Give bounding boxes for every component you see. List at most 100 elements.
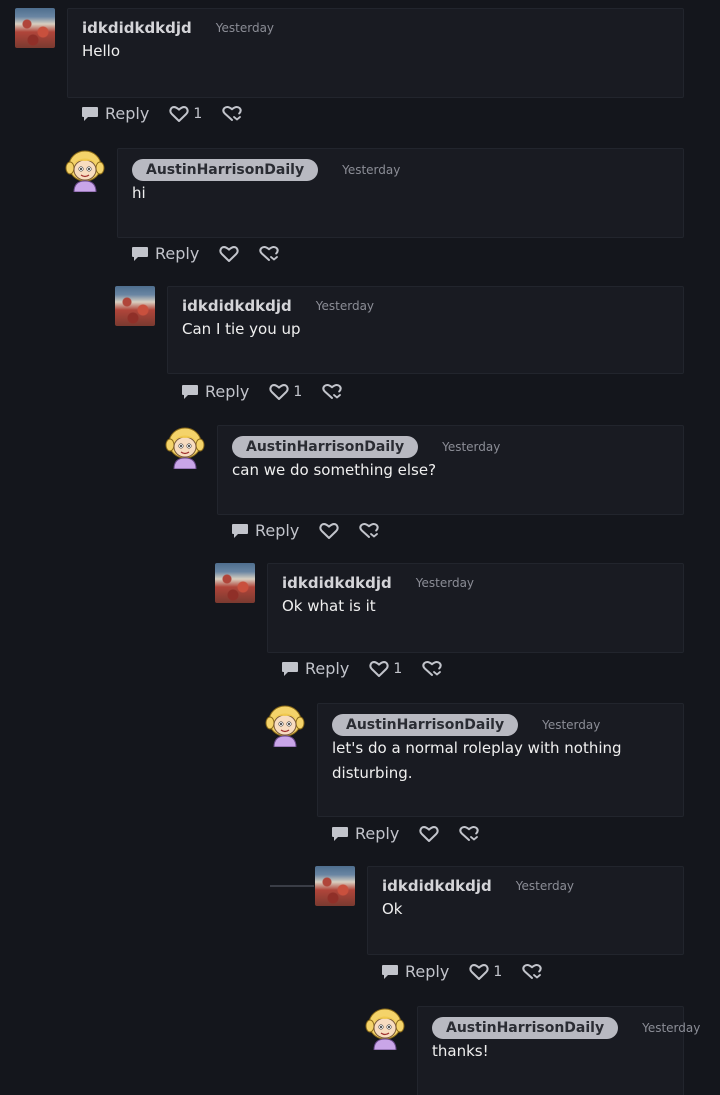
avatar[interactable]: [315, 866, 355, 906]
reply-button[interactable]: Reply: [231, 521, 299, 540]
comment-text-line: thanks!: [432, 1042, 489, 1060]
avatar[interactable]: [215, 563, 255, 603]
share-button[interactable]: [359, 522, 379, 540]
comment-card: AustinHarrisonDaily Yesterday let's do a n…: [317, 703, 684, 817]
author-name[interactable]: AustinHarrisonDaily: [232, 436, 419, 458]
share-button[interactable]: [222, 105, 242, 123]
author-name[interactable]: AustinHarrisonDaily: [132, 159, 319, 181]
like-count: 1: [493, 963, 503, 980]
reply-label: Reply: [305, 659, 350, 678]
share-icon: [522, 963, 542, 981]
timestamp: Yesterday: [215, 21, 275, 35]
author-name[interactable]: AustinHarrisonDaily: [332, 714, 519, 736]
speech-bubble-icon: [281, 661, 299, 677]
comment-text-line: Ok what is it: [282, 597, 376, 615]
heart-icon: [319, 522, 339, 540]
author-name[interactable]: idkdidkdkdjd: [82, 19, 192, 37]
author-name[interactable]: AustinHarrisonDaily: [432, 1017, 619, 1039]
comment-text-line: Ok: [382, 900, 403, 918]
comment-text: Ok what is it: [282, 594, 376, 619]
comment: idkdidkdkdjd Yesterday Ok Reply 1: [315, 866, 684, 992]
share-button[interactable]: [459, 825, 479, 843]
timestamp: Yesterday: [542, 718, 601, 732]
comment-text: can we do something else?: [232, 458, 436, 483]
author-name[interactable]: idkdidkdkdjd: [382, 877, 492, 895]
share-icon: [422, 660, 442, 678]
comment-text-line: disturbing.: [332, 764, 413, 782]
reply-button[interactable]: Reply: [131, 244, 199, 263]
reply-button[interactable]: Reply: [331, 824, 399, 843]
comment-text: let's do a normal roleplay with nothing d…: [332, 736, 622, 786]
avatar[interactable]: [265, 703, 305, 748]
reply-label: Reply: [255, 521, 300, 540]
avatar[interactable]: [15, 8, 55, 48]
like-button[interactable]: [419, 825, 439, 843]
comment-header: AustinHarrisonDaily Yesterday: [232, 436, 500, 458]
avatar[interactable]: [65, 148, 105, 193]
like-button[interactable]: [319, 522, 339, 540]
share-icon: [222, 105, 242, 123]
share-button[interactable]: [522, 963, 542, 981]
share-icon: [359, 522, 379, 540]
share-button[interactable]: [422, 660, 442, 678]
like-count: 1: [393, 660, 403, 677]
share-icon: [459, 825, 479, 843]
share-button[interactable]: [259, 245, 279, 263]
speech-bubble-icon: [331, 826, 349, 842]
comment-text-line: Can I tie you up: [182, 320, 301, 338]
reply-button[interactable]: Reply: [281, 659, 349, 678]
avatar[interactable]: [165, 425, 205, 470]
comment-actions: Reply: [331, 824, 479, 843]
comment-actions: Reply 1: [81, 104, 242, 123]
comment-card: idkdidkdkdjd Yesterday Ok: [367, 866, 684, 955]
comment-card: idkdidkdkdjd Yesterday Ok what is it: [267, 563, 684, 653]
comment-card: AustinHarrisonDaily Yesterday can we do so…: [217, 425, 684, 515]
comment-header: idkdidkdkdjd Yesterday: [382, 877, 574, 895]
comment: idkdidkdkdjd Yesterday Can I tie you up Rep…: [115, 286, 684, 412]
comment: AustinHarrisonDaily Yesterday let's do a n…: [265, 703, 684, 854]
like-button[interactable]: 1: [369, 660, 402, 678]
share-icon: [322, 383, 342, 401]
comment-text: Hello: [82, 39, 120, 64]
reply-button[interactable]: Reply: [381, 962, 449, 981]
like-count: 1: [193, 105, 203, 122]
comment-header: idkdidkdkdjd Yesterday: [82, 19, 274, 37]
author-name[interactable]: idkdidkdkdjd: [182, 297, 292, 315]
comment: AustinHarrisonDaily Yesterday can we do so…: [165, 425, 684, 551]
like-button[interactable]: [219, 245, 239, 263]
like-button[interactable]: 1: [169, 105, 202, 123]
share-button[interactable]: [322, 383, 342, 401]
timestamp: Yesterday: [515, 879, 575, 893]
timestamp: Yesterday: [315, 299, 375, 313]
comment-text-line: let's do a normal roleplay with nothing: [332, 739, 622, 757]
comment-header: idkdidkdkdjd Yesterday: [282, 574, 474, 592]
speech-bubble-icon: [81, 106, 99, 122]
reply-button[interactable]: Reply: [81, 104, 149, 123]
comment-actions: Reply 1: [281, 659, 442, 678]
reply-button[interactable]: Reply: [181, 382, 249, 401]
comment-actions: Reply 1: [181, 382, 342, 401]
comment: AustinHarrisonDaily Yesterday hi Reply: [65, 148, 684, 274]
avatar[interactable]: [365, 1006, 405, 1051]
comment-text: thanks!: [432, 1039, 489, 1064]
avatar[interactable]: [115, 286, 155, 326]
comment-text: Can I tie you up: [182, 317, 301, 342]
thread-connector-line: [270, 885, 314, 887]
comment-actions: Reply 1: [381, 962, 542, 981]
comment: idkdidkdkdjd Yesterday Hello Reply 1: [15, 8, 684, 134]
like-button[interactable]: 1: [269, 383, 302, 401]
comment-card: idkdidkdkdjd Yesterday Hello: [67, 8, 684, 98]
like-button[interactable]: 1: [469, 963, 502, 981]
speech-bubble-icon: [231, 523, 249, 539]
author-name[interactable]: idkdidkdkdjd: [282, 574, 392, 592]
comment-card: AustinHarrisonDaily Yesterday thanks!: [417, 1006, 700, 1095]
reply-label: Reply: [205, 382, 250, 401]
comment: AustinHarrisonDaily Yesterday thanks!: [365, 1006, 700, 1095]
like-count: 1: [293, 383, 303, 400]
comment-actions: Reply: [131, 244, 279, 263]
reply-label: Reply: [355, 824, 400, 843]
heart-icon: [369, 660, 389, 678]
reply-label: Reply: [405, 962, 450, 981]
comment-thread: idkdidkdkdjd Yesterday Hello Reply 1 AustinHa…: [0, 0, 720, 1095]
speech-bubble-icon: [381, 964, 399, 980]
